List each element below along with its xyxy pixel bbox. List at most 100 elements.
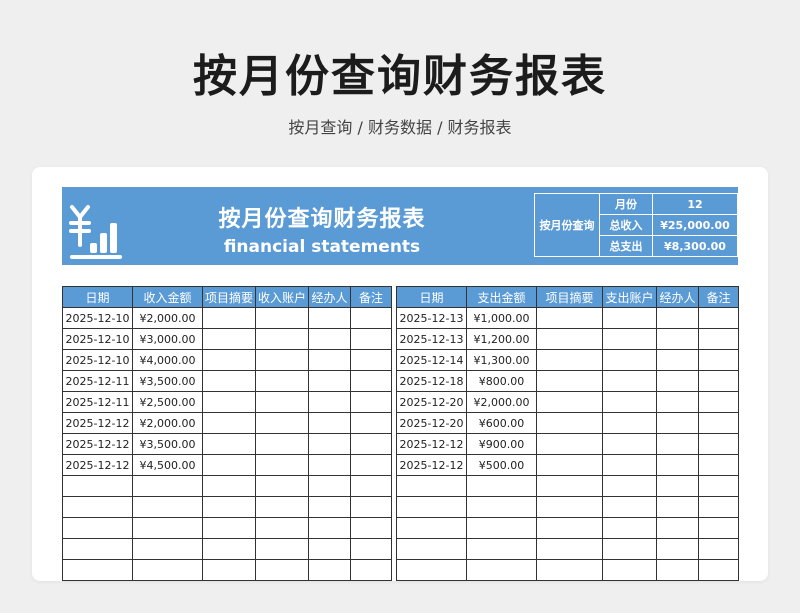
table-cell[interactable] [698,454,739,476]
table-cell[interactable] [350,517,392,539]
table-cell[interactable] [536,433,603,455]
table-cell[interactable] [698,559,739,581]
table-cell[interactable] [308,370,351,392]
table-cell[interactable]: ¥2,000.00 [466,391,537,413]
table-cell[interactable] [308,475,351,497]
table-cell[interactable] [536,349,603,371]
table-cell[interactable]: ¥2,500.00 [132,391,203,413]
table-cell[interactable] [308,307,351,329]
table-cell[interactable]: ¥1,200.00 [466,328,537,350]
table-cell[interactable] [255,559,309,581]
table-cell[interactable] [656,517,699,539]
table-cell[interactable]: 2025-12-13 [396,307,467,329]
table-cell[interactable] [656,412,699,434]
table-cell[interactable] [396,538,467,560]
table-cell[interactable] [202,475,256,497]
month-value[interactable]: 12 [652,193,738,215]
table-cell[interactable]: ¥1,000.00 [466,307,537,329]
table-cell[interactable] [698,391,739,413]
table-cell[interactable]: ¥2,000.00 [132,307,203,329]
table-cell[interactable] [602,559,657,581]
table-cell[interactable] [602,496,657,518]
table-cell[interactable]: ¥800.00 [466,370,537,392]
table-cell[interactable] [308,454,351,476]
table-cell[interactable] [255,370,309,392]
table-cell[interactable] [656,307,699,329]
table-cell[interactable]: ¥500.00 [466,454,537,476]
table-cell[interactable]: 2025-12-11 [62,370,133,392]
table-cell[interactable] [602,433,657,455]
table-cell[interactable] [350,370,392,392]
table-cell[interactable] [202,307,256,329]
table-cell[interactable]: 2025-12-12 [62,412,133,434]
table-cell[interactable] [62,496,133,518]
table-cell[interactable]: ¥4,500.00 [132,454,203,476]
table-cell[interactable] [536,307,603,329]
table-cell[interactable]: 2025-12-12 [62,433,133,455]
table-cell[interactable] [202,538,256,560]
table-cell[interactable] [656,391,699,413]
table-cell[interactable] [602,538,657,560]
table-cell[interactable]: 2025-12-10 [62,328,133,350]
table-cell[interactable] [698,307,739,329]
table-cell[interactable] [202,349,256,371]
table-cell[interactable] [350,559,392,581]
table-cell[interactable] [536,328,603,350]
table-cell[interactable]: ¥900.00 [466,433,537,455]
table-cell[interactable] [698,517,739,539]
table-cell[interactable]: ¥3,500.00 [132,433,203,455]
table-cell[interactable]: ¥1,300.00 [466,349,537,371]
table-cell[interactable] [308,328,351,350]
table-cell[interactable] [698,496,739,518]
table-cell[interactable]: ¥2,000.00 [132,412,203,434]
table-cell[interactable] [602,391,657,413]
table-cell[interactable]: 2025-12-13 [396,328,467,350]
table-cell[interactable] [308,349,351,371]
table-cell[interactable]: 2025-12-10 [62,307,133,329]
table-cell[interactable] [132,538,203,560]
table-cell[interactable] [536,370,603,392]
table-cell[interactable] [350,433,392,455]
table-cell[interactable] [132,475,203,497]
table-cell[interactable] [536,559,603,581]
table-cell[interactable]: 2025-12-12 [396,454,467,476]
table-cell[interactable] [62,538,133,560]
table-cell[interactable] [308,517,351,539]
table-cell[interactable] [656,433,699,455]
table-cell[interactable] [202,496,256,518]
table-cell[interactable] [466,475,537,497]
table-cell[interactable]: ¥4,000.00 [132,349,203,371]
table-cell[interactable] [350,475,392,497]
table-cell[interactable] [350,328,392,350]
table-cell[interactable]: 2025-12-11 [62,391,133,413]
table-cell[interactable] [656,328,699,350]
table-cell[interactable] [255,412,309,434]
table-cell[interactable] [656,475,699,497]
table-cell[interactable] [255,538,309,560]
table-cell[interactable] [656,496,699,518]
table-cell[interactable] [396,559,467,581]
table-cell[interactable] [308,391,351,413]
table-cell[interactable] [255,391,309,413]
table-cell[interactable] [656,454,699,476]
table-cell[interactable] [350,391,392,413]
table-cell[interactable] [255,307,309,329]
table-cell[interactable] [62,475,133,497]
table-cell[interactable] [602,370,657,392]
table-cell[interactable] [255,475,309,497]
table-cell[interactable]: ¥3,000.00 [132,328,203,350]
table-cell[interactable] [698,412,739,434]
table-cell[interactable] [255,454,309,476]
table-cell[interactable] [202,454,256,476]
table-cell[interactable] [308,559,351,581]
table-cell[interactable]: 2025-12-14 [396,349,467,371]
table-cell[interactable] [656,538,699,560]
table-cell[interactable] [132,517,203,539]
table-cell[interactable] [202,370,256,392]
table-cell[interactable] [698,433,739,455]
table-cell[interactable] [656,559,699,581]
table-cell[interactable] [602,307,657,329]
table-cell[interactable] [536,538,603,560]
table-cell[interactable] [202,559,256,581]
table-cell[interactable] [602,349,657,371]
